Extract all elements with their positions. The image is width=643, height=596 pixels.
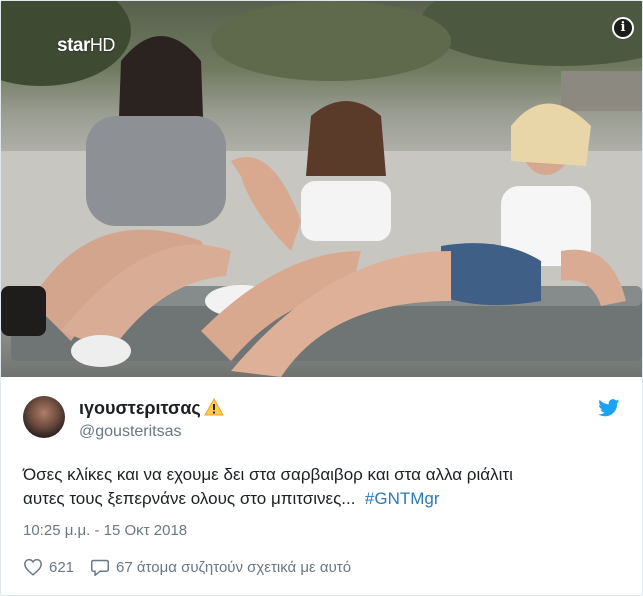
tweet-card: starHD i ιγουστεριτσας @gousteritsas Όσε… (0, 0, 643, 596)
tweet-media-photo[interactable]: starHD i (1, 1, 642, 377)
author-name-text: ιγουστεριτσας (79, 398, 201, 418)
tweet-text: Όσες κλίκες και να εχουμε δει στα σαρβαι… (23, 463, 623, 511)
heart-icon (24, 558, 42, 576)
speech-bubble-icon (91, 559, 110, 576)
tweet-text-line-2: αυτες τους ξεπερνάνε ολους στο μπιτσινες… (23, 487, 623, 511)
like-count: 621 (49, 558, 75, 576)
author-display-name[interactable]: ιγουστεριτσας (79, 398, 224, 419)
conversation-count: 67 άτομα συζητούν σχετικά με αυτό (116, 558, 352, 576)
tweet-text-line-1: Όσες κλίκες και να εχουμε δει στα σαρβαι… (23, 465, 513, 484)
tweet-actions: 621 67 άτομα συζητούν σχετικά με αυτό (23, 556, 351, 578)
channel-watermark: starHD (57, 35, 115, 56)
author-handle[interactable]: @gousteritsas (79, 423, 182, 441)
info-icon[interactable]: i (612, 17, 634, 39)
avatar[interactable] (23, 396, 65, 438)
tweet-text-line-2-body: αυτες τους ξεπερνάνε ολους στο μπιτσινες… (23, 489, 356, 508)
conversation-button[interactable]: 67 άτομα συζητούν σχετικά με αυτό (90, 558, 351, 577)
warning-icon (203, 398, 224, 416)
like-button[interactable]: 621 (23, 558, 74, 576)
photo-scene (1, 1, 642, 377)
tweet-timestamp[interactable]: 10:25 μ.μ. - 15 Οκτ 2018 (23, 522, 187, 539)
twitter-bird-icon[interactable] (598, 399, 620, 417)
hashtag-link[interactable]: #GNTMgr (365, 489, 440, 508)
